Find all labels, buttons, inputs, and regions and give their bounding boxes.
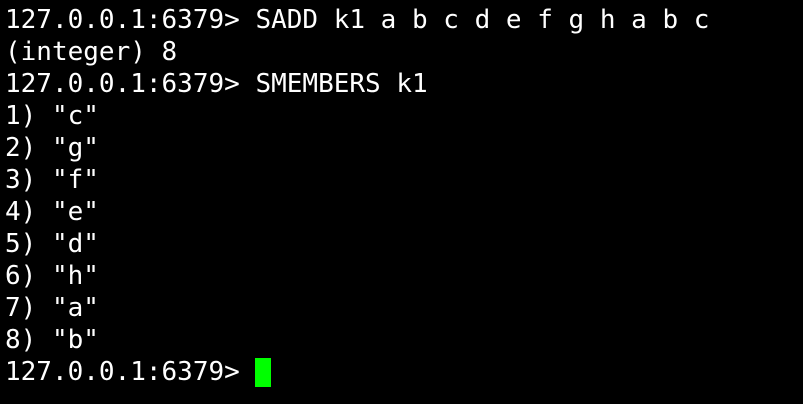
terminal-line-member-1: 1) "c" — [5, 101, 99, 131]
terminal-line-member-4: 4) "e" — [5, 197, 99, 227]
terminal-line-sadd-result: (integer) 8 — [5, 37, 178, 67]
terminal-line-smembers-command: 127.0.0.1:6379> SMEMBERS k1 — [5, 69, 428, 99]
terminal-line-sadd-command: 127.0.0.1:6379> SADD k1 a b c d e f g h … — [5, 5, 710, 35]
terminal-line-member-2: 2) "g" — [5, 133, 99, 163]
terminal-prompt: 127.0.0.1:6379> — [5, 357, 240, 387]
terminal-line-member-8: 8) "b" — [5, 325, 99, 355]
terminal-line-member-7: 7) "a" — [5, 293, 99, 323]
terminal-line-member-5: 5) "d" — [5, 229, 99, 259]
terminal-line-member-6: 6) "h" — [5, 261, 99, 291]
terminal-window[interactable]: 127.0.0.1:6379> SADD k1 a b c d e f g h … — [0, 0, 803, 404]
terminal-cursor[interactable] — [254, 357, 271, 387]
terminal-line-member-3: 3) "f" — [5, 165, 99, 195]
terminal-input-line[interactable]: 127.0.0.1:6379> — [5, 356, 803, 388]
